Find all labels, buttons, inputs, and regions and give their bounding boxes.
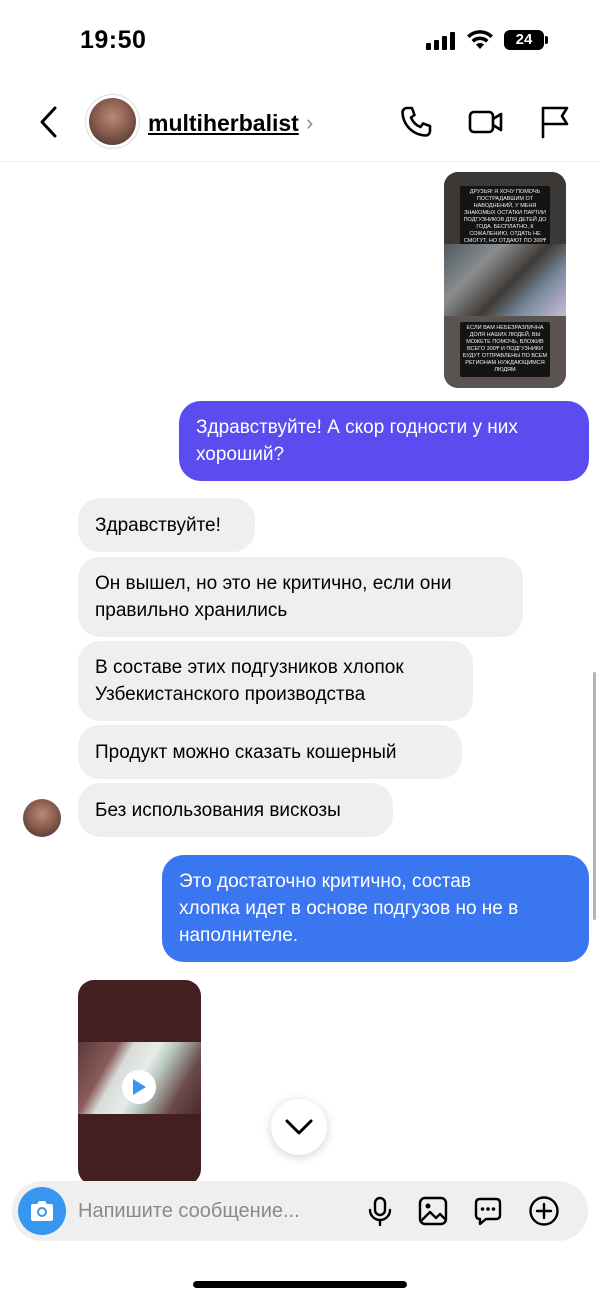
microphone-icon[interactable] (364, 1195, 396, 1227)
story-text-panel-bottom: ЕСЛИ ВАМ НЕБЕЗРАЗЛИЧНА ДОЛЯ НАШИХ ЛЮДЕЙ,… (444, 316, 566, 388)
camera-icon (31, 1201, 53, 1221)
cellular-signal-icon (426, 32, 456, 50)
scrollbar[interactable] (593, 672, 596, 920)
chat-header: multiherbalist › (0, 82, 600, 162)
battery-nub (545, 36, 548, 44)
avatar[interactable] (85, 94, 140, 149)
video-camera-icon[interactable] (468, 104, 504, 140)
incoming-message[interactable]: Здравствуйте! (78, 498, 255, 552)
message-composer (12, 1181, 588, 1241)
scroll-to-bottom-button[interactable] (271, 1099, 327, 1155)
play-icon[interactable] (122, 1070, 156, 1104)
sender-avatar[interactable] (23, 799, 61, 837)
plus-circle-icon[interactable] (528, 1195, 560, 1227)
shared-story-image[interactable]: ДРУЗЬЯ! Я ХОЧУ ПОМОЧЬ ПОСТРАДАВШИМ ОТ НА… (444, 172, 566, 388)
wifi-icon (467, 30, 493, 49)
flag-icon[interactable] (537, 104, 573, 140)
outgoing-message[interactable]: Это достаточно критично, состав хлопка и… (162, 855, 589, 962)
chevron-down-icon (285, 1119, 313, 1135)
status-time: 19:50 (80, 26, 147, 54)
incoming-message[interactable]: Он вышел, но это не критично, если они п… (78, 557, 523, 637)
video-message[interactable] (78, 980, 201, 1185)
username[interactable]: multiherbalist (148, 110, 299, 137)
story-photo (444, 244, 566, 316)
battery-indicator: 24 (504, 30, 544, 50)
sticker-icon[interactable] (472, 1195, 504, 1227)
back-arrow-icon[interactable] (30, 102, 70, 142)
home-indicator[interactable] (193, 1281, 407, 1288)
incoming-message[interactable]: В составе этих подгузников хлопок Узбеки… (78, 641, 473, 721)
gallery-icon[interactable] (417, 1195, 449, 1227)
chevron-right-icon[interactable]: › (306, 110, 313, 136)
story-text-panel: ДРУЗЬЯ! Я ХОЧУ ПОМОЧЬ ПОСТРАДАВШИМ ОТ НА… (444, 172, 566, 276)
outgoing-message[interactable]: Здравствуйте! А скор годности у них хоро… (179, 401, 589, 481)
story-text-bottom: ЕСЛИ ВАМ НЕБЕЗРАЗЛИЧНА ДОЛЯ НАШИХ ЛЮДЕЙ,… (460, 322, 550, 377)
camera-button[interactable] (18, 1187, 66, 1235)
status-bar: 19:50 24 (0, 0, 600, 80)
incoming-message[interactable]: Без использования вискозы (78, 783, 393, 837)
phone-icon[interactable] (398, 104, 434, 140)
incoming-message[interactable]: Продукт можно сказать кошерный (78, 725, 462, 779)
message-input[interactable] (78, 1195, 348, 1227)
